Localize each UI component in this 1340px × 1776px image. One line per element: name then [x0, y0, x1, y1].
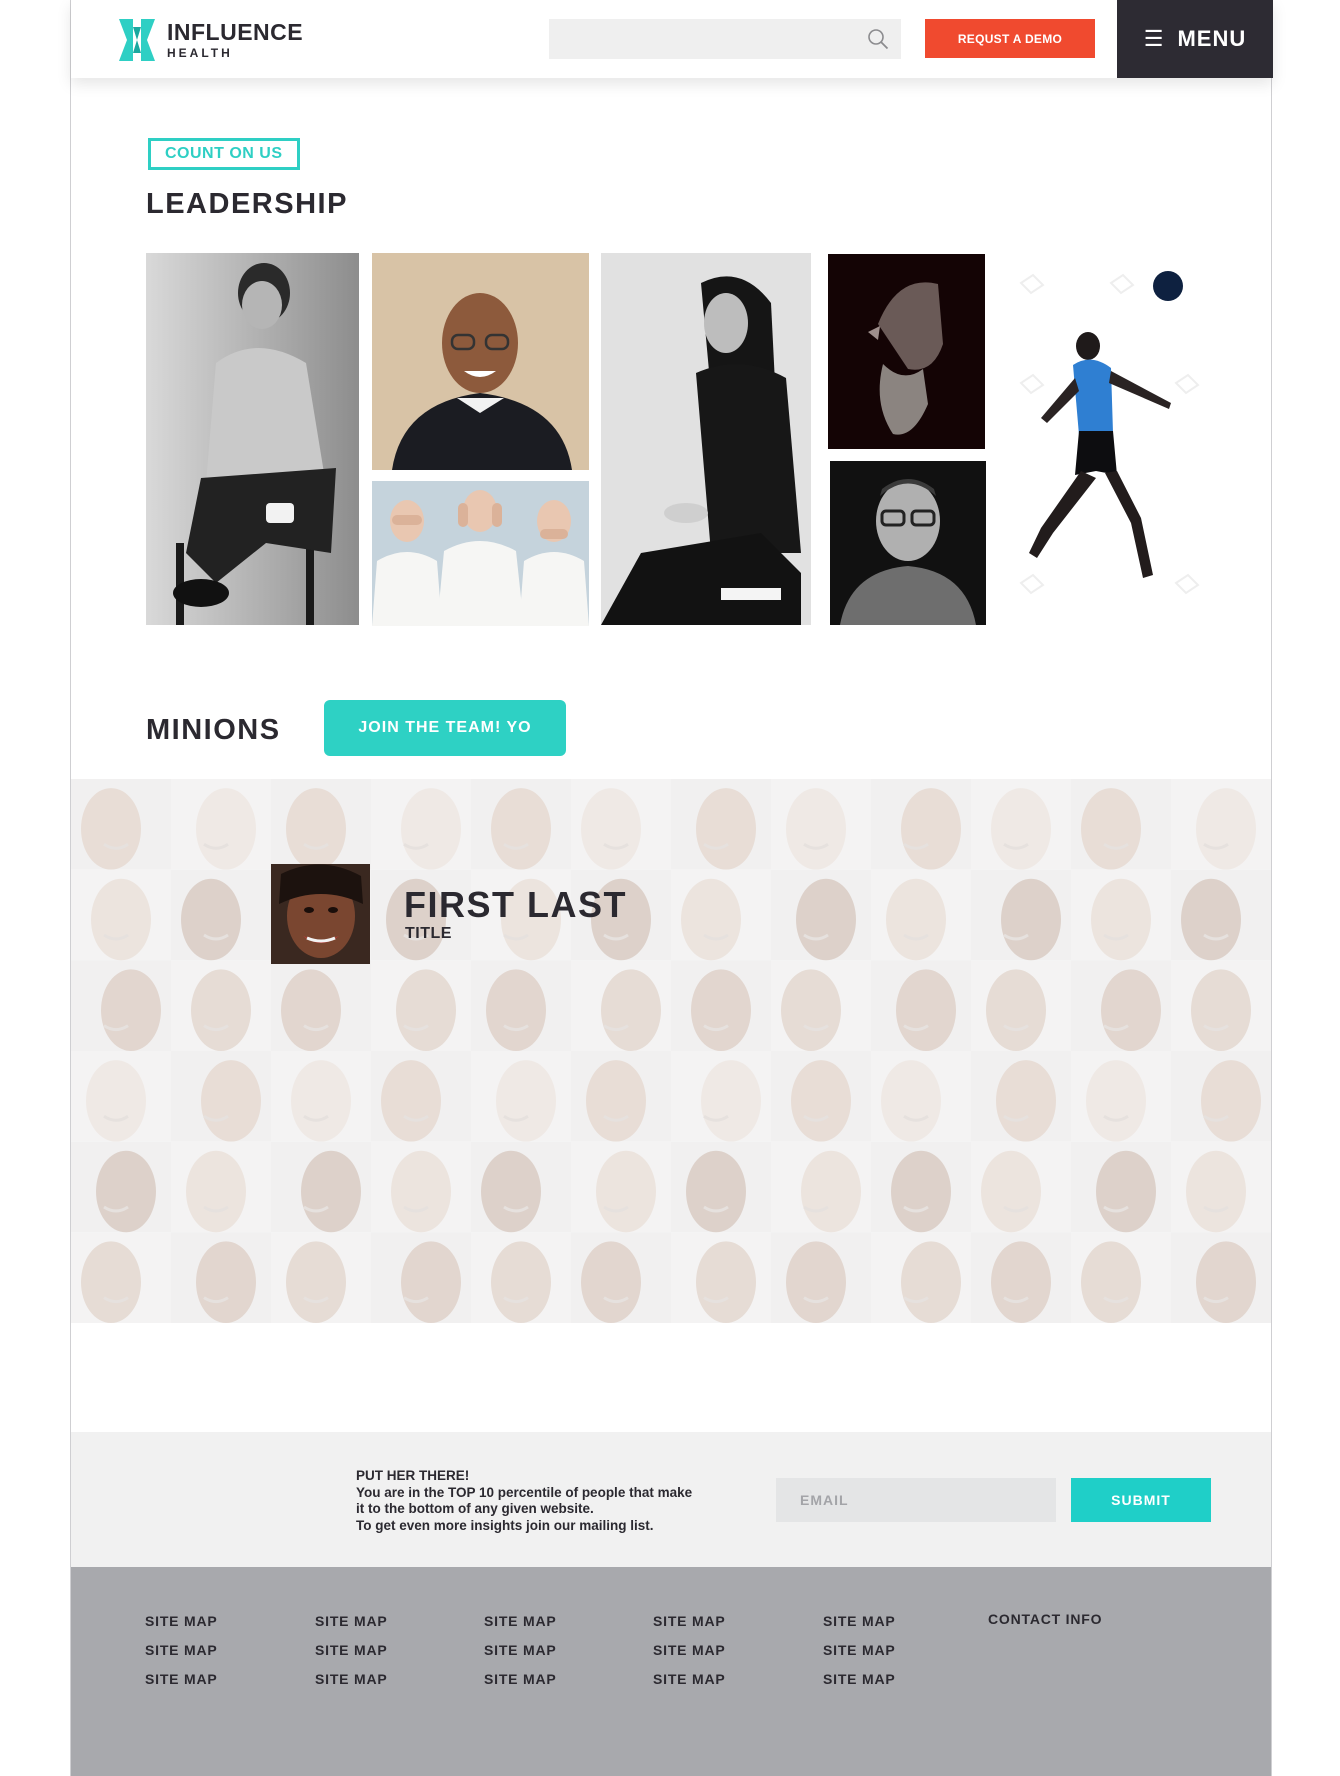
minions-title: MINIONS: [146, 714, 281, 746]
featured-member-name: FIRST LAST: [404, 884, 627, 925]
newsletter-message: PUT HER THERE! You are in the TOP 10 per…: [356, 1468, 756, 1534]
leader-photo-woman[interactable]: [601, 253, 811, 625]
footer-link-site-map[interactable]: SITE MAP: [315, 1670, 388, 1699]
site-footer: SITE MAP SITE MAP SITE MAP SITE MAP SITE…: [71, 1567, 1271, 1776]
leader-photo-bearded-man[interactable]: [828, 254, 985, 449]
footer-link-site-map[interactable]: SITE MAP: [823, 1670, 896, 1699]
leader-photo-seated-man[interactable]: [146, 253, 359, 625]
newsletter-line: You are in the TOP 10 percentile of peop…: [356, 1484, 693, 1500]
brand-name: INFLUENCE: [167, 19, 304, 45]
email-field[interactable]: [776, 1478, 1056, 1522]
featured-member-title: TITLE: [405, 925, 452, 942]
footer-link-site-map[interactable]: SITE MAP: [484, 1641, 557, 1670]
leadership-title: LEADERSHIP: [146, 188, 348, 220]
menu-button[interactable]: ☰ MENU: [1117, 0, 1273, 78]
site-header: INFLUENCE HEALTH REQUST A DEMO ☰ MENU: [71, 0, 1273, 78]
request-demo-button[interactable]: REQUST A DEMO: [925, 19, 1095, 58]
footer-link-site-map[interactable]: SITE MAP: [653, 1670, 726, 1699]
newsletter-line: To get even more insights join our maili…: [356, 1517, 654, 1533]
leader-photo-smiling-man[interactable]: [372, 253, 589, 470]
footer-link-site-map[interactable]: SITE MAP: [145, 1641, 218, 1670]
brand-subtitle: HEALTH: [167, 46, 233, 60]
leader-photo-three-men[interactable]: [372, 481, 589, 626]
footer-column: SITE MAP SITE MAP SITE MAP: [315, 1612, 388, 1699]
footer-column: SITE MAP SITE MAP SITE MAP: [653, 1612, 726, 1699]
team-photo-mosaic: [71, 779, 1271, 1323]
footer-link-site-map[interactable]: SITE MAP: [823, 1612, 896, 1641]
footer-link-site-map[interactable]: SITE MAP: [653, 1641, 726, 1670]
hamburger-icon: ☰: [1143, 26, 1164, 51]
logo[interactable]: INFLUENCE HEALTH: [119, 18, 303, 62]
footer-link-site-map[interactable]: SITE MAP: [484, 1612, 557, 1641]
menu-label: MENU: [1177, 26, 1247, 51]
leader-photo-jumping-player[interactable]: [1001, 253, 1206, 625]
page: INFLUENCE HEALTH REQUST A DEMO ☰ MENU CO…: [70, 0, 1273, 1776]
footer-link-site-map[interactable]: SITE MAP: [145, 1612, 218, 1641]
search-box: [549, 19, 901, 59]
footer-link-site-map[interactable]: SITE MAP: [823, 1641, 896, 1670]
footer-link-site-map[interactable]: SITE MAP: [145, 1670, 218, 1699]
search-icon[interactable]: [867, 28, 889, 50]
leader-photo-glasses-man[interactable]: [830, 461, 986, 625]
footer-link-site-map[interactable]: SITE MAP: [315, 1641, 388, 1670]
footer-link-contact-info[interactable]: CONTACT INFO: [988, 1611, 1102, 1627]
join-team-button[interactable]: JOIN THE TEAM! YO: [324, 700, 566, 756]
footer-column: SITE MAP SITE MAP SITE MAP: [823, 1612, 896, 1699]
newsletter-signup: PUT HER THERE! You are in the TOP 10 per…: [71, 1432, 1271, 1567]
featured-member-photo[interactable]: [271, 864, 370, 964]
footer-link-site-map[interactable]: SITE MAP: [315, 1612, 388, 1641]
newsletter-line: PUT HER THERE!: [356, 1468, 470, 1483]
footer-column: SITE MAP SITE MAP SITE MAP: [484, 1612, 557, 1699]
search-input[interactable]: [549, 19, 901, 59]
newsletter-line: it to the bottom of any given website.: [356, 1501, 594, 1516]
faces-mosaic-image: [71, 779, 1271, 1323]
section-eyebrow: COUNT ON US: [148, 138, 300, 170]
footer-link-site-map[interactable]: SITE MAP: [484, 1670, 557, 1699]
footer-link-site-map[interactable]: SITE MAP: [653, 1612, 726, 1641]
logo-mark-icon: [119, 19, 155, 61]
footer-column: SITE MAP SITE MAP SITE MAP: [145, 1612, 218, 1699]
submit-button[interactable]: SUBMIT: [1071, 1478, 1211, 1522]
